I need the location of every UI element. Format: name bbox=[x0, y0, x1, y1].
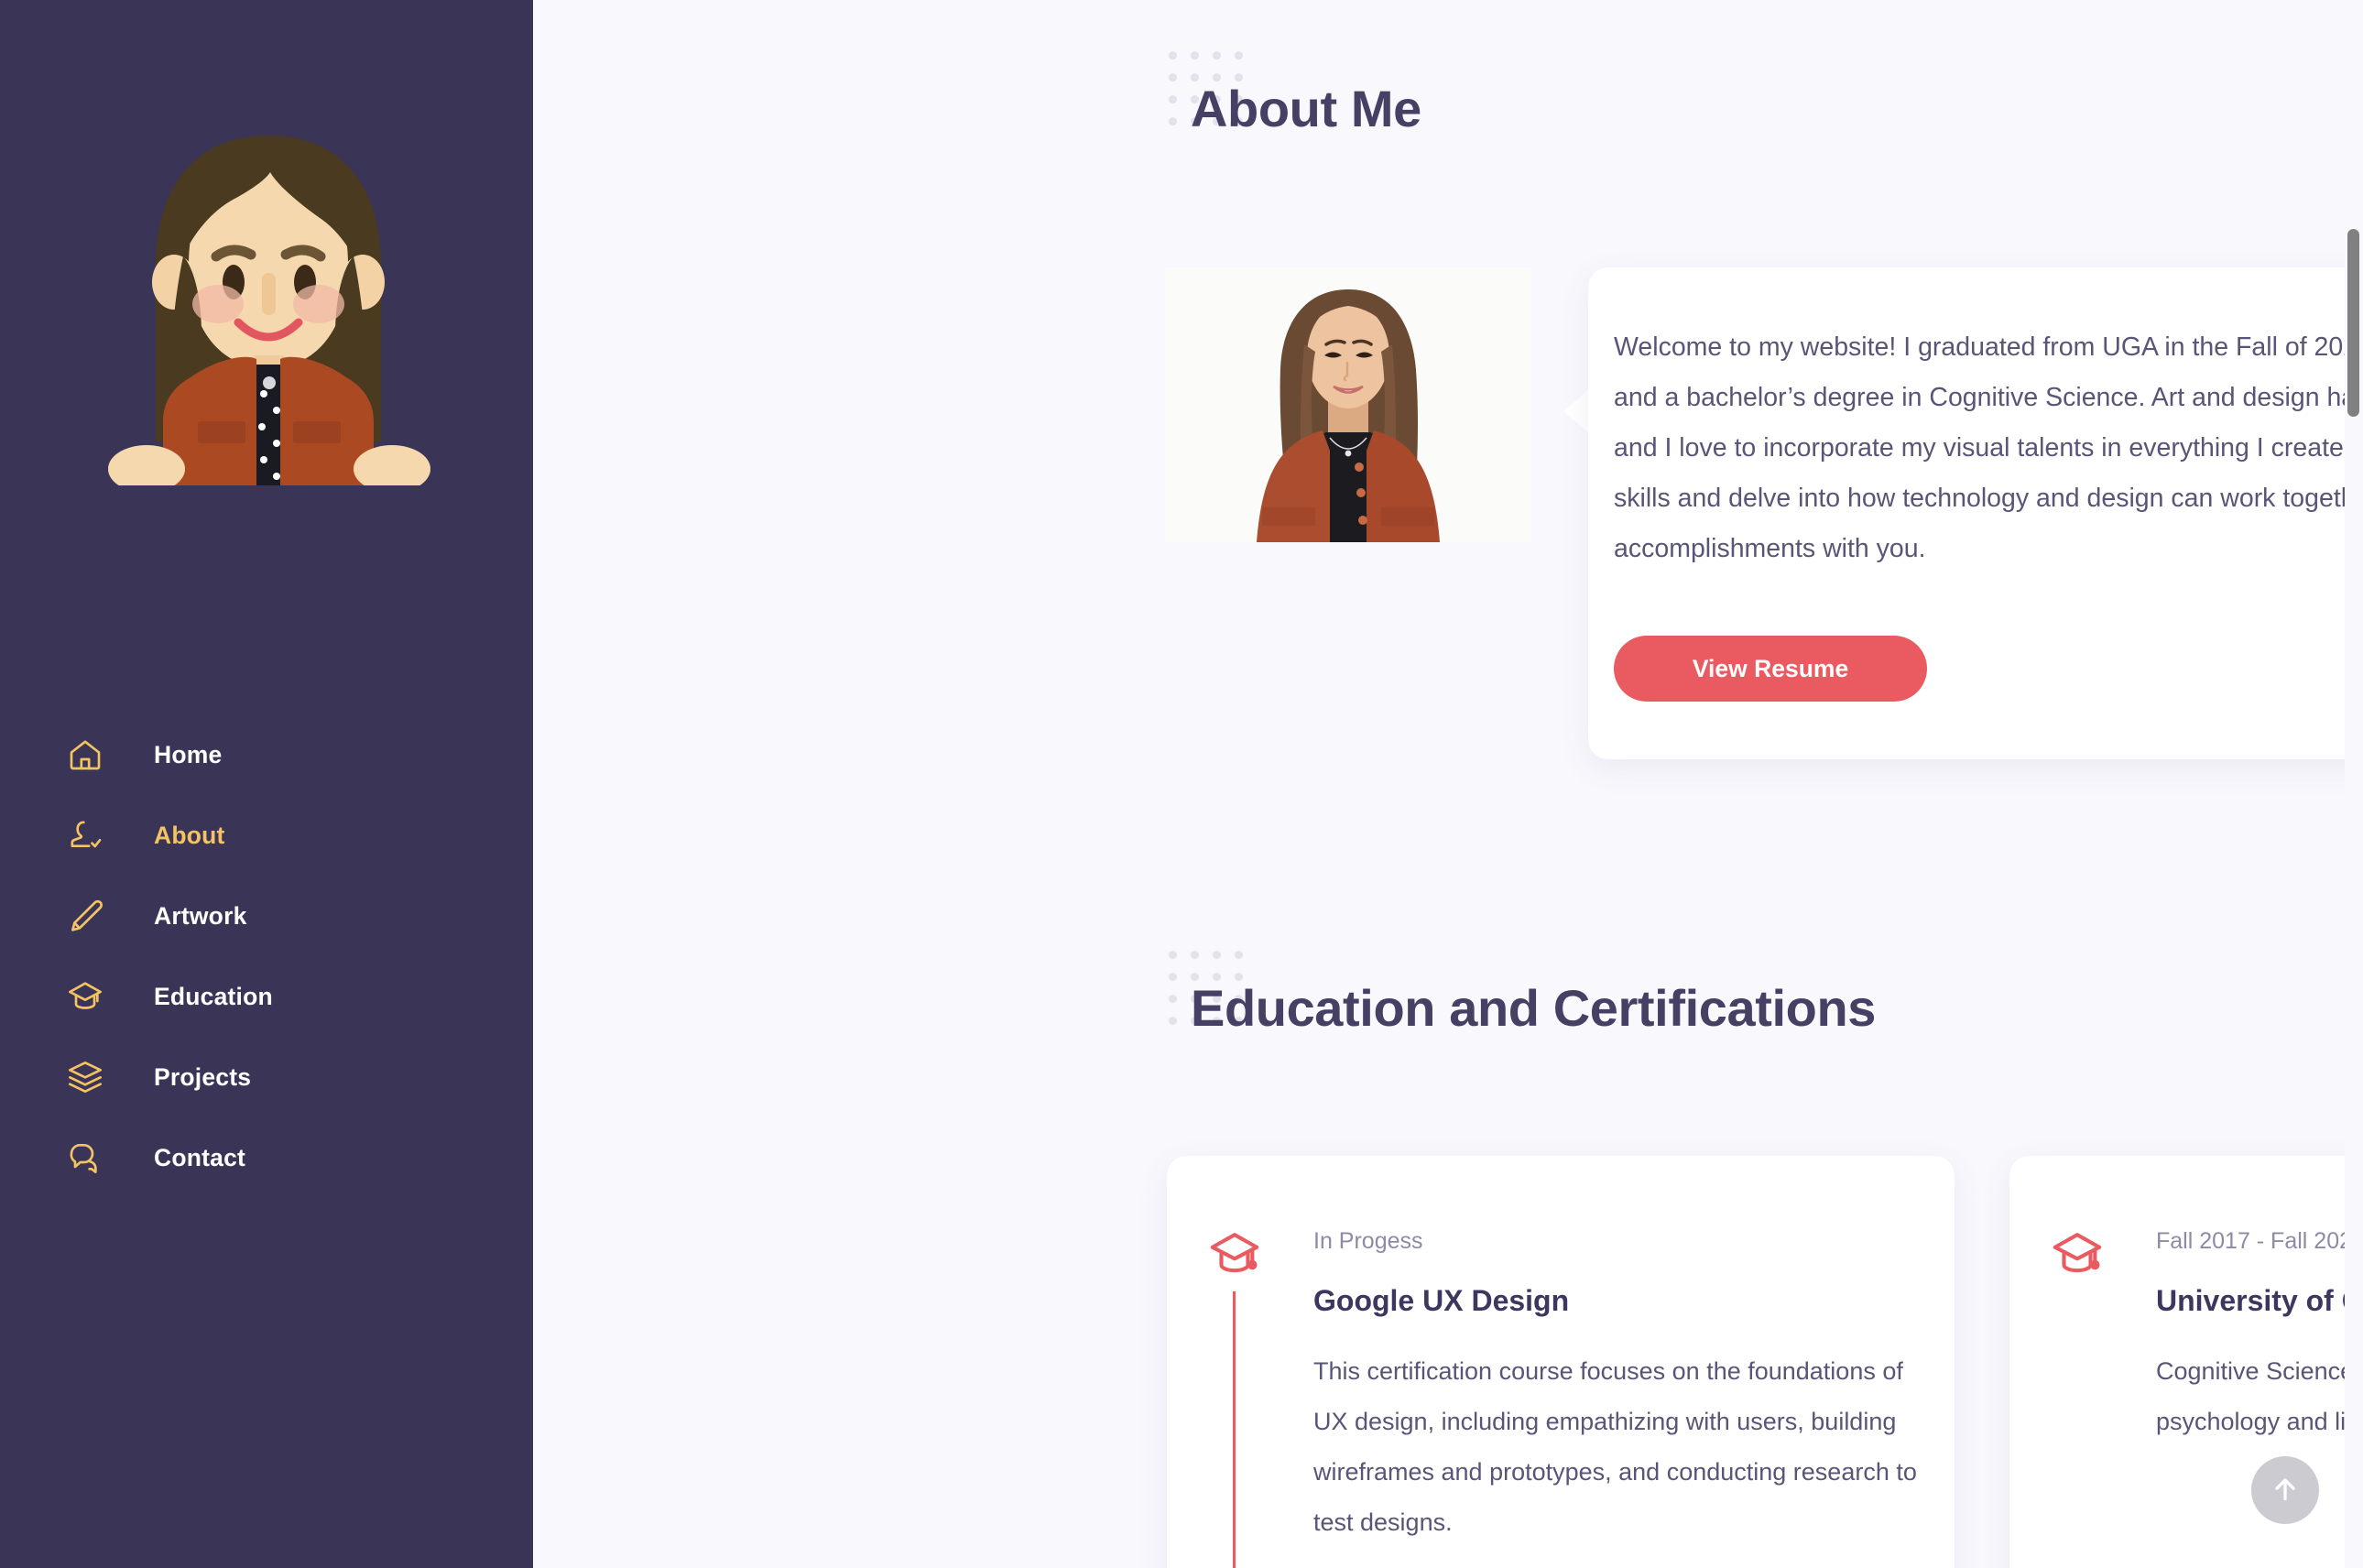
view-resume-button[interactable]: View Resume bbox=[1614, 636, 1927, 702]
sidebar-nav: Home About Artwork Education Projects Co… bbox=[0, 714, 533, 1198]
scrollbar-track[interactable] bbox=[2345, 0, 2363, 1568]
timeline-line bbox=[1233, 1291, 1236, 1568]
education-school: University of Georgia bbox=[2156, 1284, 2363, 1317]
graduation-cap-icon bbox=[64, 975, 106, 1018]
sidebar-item-label: Home bbox=[154, 740, 223, 768]
scroll-to-top-button[interactable] bbox=[2251, 1456, 2319, 1524]
dot bbox=[1169, 1017, 1177, 1025]
scrollbar-thumb[interactable] bbox=[2347, 229, 2359, 417]
sidebar-item-about[interactable]: About bbox=[0, 795, 533, 876]
dot bbox=[1191, 951, 1199, 959]
dot bbox=[1169, 95, 1177, 103]
sidebar-item-label: Contact bbox=[154, 1143, 246, 1171]
profile-photo bbox=[1165, 267, 1531, 542]
education-card-body: Fall 2017 - Fall 2021 University of Geor… bbox=[2156, 1224, 2363, 1447]
dot bbox=[1169, 951, 1177, 959]
dot bbox=[1169, 73, 1177, 82]
education-description: Cognitive Science B.A. with a concentrat… bbox=[2156, 1357, 2363, 1435]
dot bbox=[1235, 951, 1243, 959]
graduation-cap-icon bbox=[2051, 1227, 2104, 1280]
sidebar-item-label: Projects bbox=[154, 1062, 252, 1091]
dot bbox=[1235, 51, 1243, 60]
sidebar-item-artwork[interactable]: Artwork bbox=[0, 876, 533, 956]
dot bbox=[1169, 117, 1177, 125]
speech-bubble-tail bbox=[1563, 387, 1591, 435]
sidebar-item-projects[interactable]: Projects bbox=[0, 1037, 533, 1117]
sidebar-item-home[interactable]: Home bbox=[0, 714, 533, 795]
sidebar-item-contact[interactable]: Contact bbox=[0, 1117, 533, 1198]
education-description: This certification course focuses on the… bbox=[1313, 1357, 1917, 1536]
main-content: About Me Welcome to my website! I gradua… bbox=[533, 0, 2363, 1568]
sidebar-item-label: Artwork bbox=[154, 901, 247, 930]
sidebar: Home About Artwork Education Projects Co… bbox=[0, 0, 533, 1568]
page-title-about: About Me bbox=[1191, 80, 1421, 137]
pencil-icon bbox=[64, 895, 106, 937]
education-card: In Progess Google UX Design This certifi… bbox=[1167, 1156, 1955, 1568]
chat-bubbles-icon bbox=[64, 1137, 106, 1179]
dot bbox=[1169, 995, 1177, 1003]
education-period: In Progess bbox=[1313, 1228, 1423, 1254]
sidebar-item-label: Education bbox=[154, 982, 273, 1010]
dot bbox=[1213, 951, 1221, 959]
dot bbox=[1169, 973, 1177, 981]
page-title-education: Education and Certifications bbox=[1191, 979, 1876, 1037]
education-period: Fall 2017 - Fall 2021 bbox=[2156, 1228, 2363, 1254]
education-card-body: In Progess Google UX Design This certifi… bbox=[1313, 1224, 1918, 1548]
graduation-cap-icon bbox=[1208, 1227, 1261, 1280]
sidebar-item-education[interactable]: Education bbox=[0, 956, 533, 1037]
user-check-icon bbox=[64, 814, 106, 856]
page-root: Home About Artwork Education Projects Co… bbox=[0, 0, 2363, 1568]
education-school: Google UX Design bbox=[1313, 1284, 1570, 1317]
avatar bbox=[99, 119, 438, 493]
dot bbox=[1169, 51, 1177, 60]
home-icon bbox=[64, 734, 106, 776]
layers-icon bbox=[64, 1056, 106, 1098]
dot bbox=[1191, 51, 1199, 60]
sidebar-item-label: About bbox=[154, 821, 225, 849]
arrow-up-icon bbox=[2269, 1473, 2302, 1508]
bio-text: Welcome to my website! I graduated from … bbox=[1614, 332, 2363, 563]
dot bbox=[1213, 51, 1221, 60]
